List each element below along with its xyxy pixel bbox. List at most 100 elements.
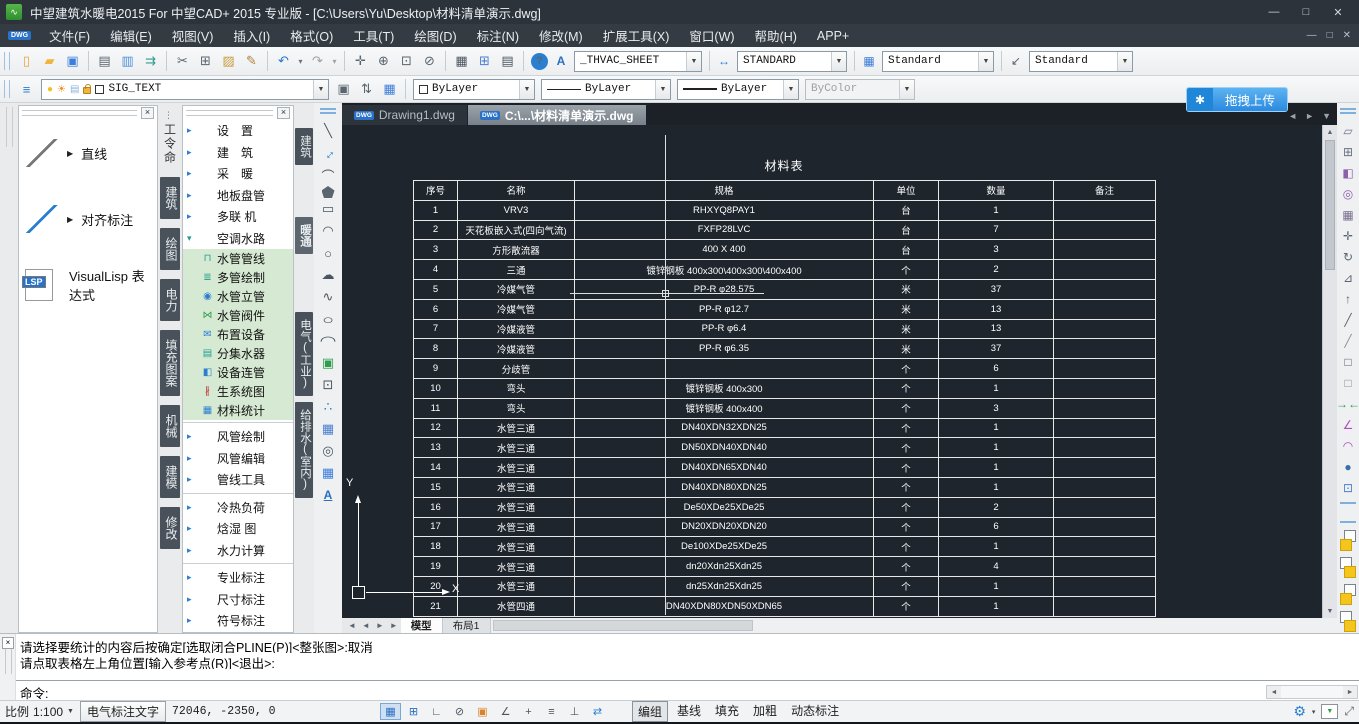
drawing-canvas[interactable]: 材料表 序号名称规格单位数量备注 1 VRV3 RHXYQ8PAY1 台 1 [342, 125, 1337, 618]
fillet-tool-icon[interactable]: ◠ [1337, 435, 1359, 456]
mode-baseline[interactable]: 基线 [672, 701, 706, 722]
scale-selector[interactable]: 比例 1:100 ▼ [5, 703, 74, 720]
group-hydraulic-calc[interactable]: ▸ 水力计算 [183, 540, 293, 562]
menu-item[interactable]: 文件(F) [39, 24, 100, 47]
menu-item[interactable]: 窗口(W) [679, 24, 744, 47]
redo-button[interactable]: ↷ [306, 50, 329, 72]
rail-tab[interactable]: 填充图案 [160, 330, 180, 396]
layout-tab-model[interactable]: 模型 [401, 618, 443, 633]
menu-item[interactable]: 格式(O) [280, 24, 343, 47]
pan-button[interactable]: ✛ [349, 50, 372, 72]
group-architecture[interactable]: ▸ 建 筑 [183, 142, 293, 164]
window-close-button[interactable]: ✕ [1323, 3, 1353, 21]
document-close-button[interactable]: ✕ [1343, 30, 1351, 41]
combo-arrow-icon[interactable]: ▼ [1117, 52, 1132, 71]
lineweight-toggle[interactable]: ≡ [541, 703, 562, 720]
extend-tool-icon[interactable]: ╱ [1337, 330, 1359, 351]
rail-tab[interactable]: 建筑 [160, 177, 180, 219]
print-button[interactable]: ▤ [93, 50, 116, 72]
group-psychrometric[interactable]: ▸ 焓湿 图 [183, 518, 293, 540]
drag-upload-button[interactable]: ✱ 拖拽上传 [1186, 87, 1288, 112]
stretch-tool-icon[interactable]: ↑ [1337, 288, 1359, 309]
combo-arrow-icon[interactable]: ▼ [978, 52, 993, 71]
print-preview-button[interactable]: ▥ [116, 50, 139, 72]
group-pro-annotation[interactable]: ▸ 专业标注 [183, 567, 293, 589]
scrollbar-thumb[interactable] [1325, 140, 1335, 270]
ellipse-tool-icon[interactable]: ○ [312, 308, 345, 330]
layout-prev-icon[interactable]: ◄ [359, 621, 373, 630]
canvas-vertical-scrollbar[interactable]: ▲ ▼ [1322, 125, 1337, 618]
grid-toggle[interactable]: ⊞ [403, 703, 424, 720]
menu-item[interactable]: 工具(T) [343, 24, 404, 47]
copy-button[interactable]: ⊞ [194, 50, 217, 72]
erase-tool-icon[interactable]: ▱ [1337, 120, 1359, 141]
command-window[interactable]: × 请选择要统计的内容后按确定[选取闭合PLINE(P)]<整张图>:取消请点取… [0, 633, 1359, 700]
scroll-down-icon[interactable]: ▼ [1323, 604, 1337, 618]
array-tool-icon[interactable]: ▦ [1337, 204, 1359, 225]
cmd-equip-connect[interactable]: ◧ 设备连管 [183, 363, 293, 382]
cmd-place-equipment[interactable]: ✉ 布置设备 [183, 325, 293, 344]
text-style-mode-button[interactable]: 电气标注文字 [80, 701, 166, 722]
group-heating[interactable]: ▸ 采 暖 [183, 163, 293, 185]
insert-block-tool-icon[interactable]: ▣ [317, 352, 339, 374]
hatch-tool-icon[interactable]: ▦ [317, 418, 339, 440]
fullscreen-icon[interactable]: ⤢ [1344, 704, 1354, 719]
mirror-tool-icon[interactable]: ◧ [1337, 162, 1359, 183]
mode-group[interactable]: 编组 [632, 701, 668, 722]
cmd-pipe-valve[interactable]: ⋈ 水管阀件 [183, 306, 293, 325]
menu-item[interactable]: 修改(M) [529, 24, 593, 47]
point-tool-icon[interactable]: ∴ [317, 396, 339, 418]
toolbar-grip[interactable] [320, 108, 336, 114]
document-restore-button[interactable]: □ [1327, 30, 1333, 41]
recent-command-aligned-dim[interactable]: ▶ 对齐标注 [19, 186, 157, 252]
window-maximize-button[interactable]: □ [1291, 3, 1321, 21]
rail-tab[interactable]: 绘图 [160, 228, 180, 270]
toolbar-grip[interactable] [4, 52, 10, 70]
group-settings[interactable]: ▸ 设 置 [183, 120, 293, 142]
palette-close-icon[interactable]: × [277, 107, 290, 119]
mode-dynamic-dim[interactable]: 动态标注 [786, 701, 844, 722]
layout-next-icon[interactable]: ► [373, 621, 387, 630]
combo-arrow-icon[interactable]: ▼ [686, 52, 701, 71]
scale-dropdown-icon[interactable]: ▼ [67, 708, 74, 715]
scroll-up-icon[interactable]: ▲ [1323, 125, 1337, 139]
combo-arrow-icon[interactable]: ▼ [313, 80, 328, 99]
group-pipe-tools[interactable]: ▸ 管线工具 [183, 469, 293, 491]
layer-make-current-button[interactable]: ▣ [332, 78, 355, 100]
redo-dropdown-arrow[interactable]: ▾ [329, 50, 340, 72]
rail-tab[interactable]: 机械 [160, 405, 180, 447]
table-tool-icon[interactable]: ▦ [317, 462, 339, 484]
recent-command-visuallisp[interactable]: VisualLisp 表达式 [19, 252, 157, 318]
otrack-toggle[interactable]: ∠ [495, 703, 516, 720]
toolbar-grip[interactable] [1340, 108, 1356, 114]
tab-electrical-industrial[interactable]: 电气(工业) [295, 312, 313, 396]
tool-palettes-button[interactable]: ⊞ [473, 50, 496, 72]
spline-tool-icon[interactable]: ∿ [317, 286, 339, 308]
group-duct-edit[interactable]: ▸ 风管编辑 [183, 448, 293, 470]
help-button[interactable]: ? [531, 53, 548, 70]
tab-hvac[interactable]: 暖通 [295, 217, 313, 254]
rail-tab[interactable]: 建模 [160, 456, 180, 498]
scroll-right-icon[interactable]: ► [1343, 689, 1357, 696]
send-under-objects-icon[interactable] [1340, 611, 1356, 632]
cmd-water-pipe[interactable]: ⊓ 水管管线 [183, 249, 293, 268]
zoom-window-button[interactable]: ⊡ [395, 50, 418, 72]
circle-tool-icon[interactable]: ○ [317, 242, 339, 264]
arc-tool-icon[interactable]: ◠ [317, 220, 339, 242]
text-style-combo[interactable]: _THVAC_SHEET ▼ [574, 51, 702, 72]
menu-item[interactable]: 帮助(H) [745, 24, 807, 47]
combo-arrow-icon[interactable]: ▼ [831, 52, 846, 71]
mtext-tool-icon[interactable]: A [317, 484, 339, 506]
ortho-toggle[interactable]: ∟ [426, 703, 447, 720]
match-properties-button[interactable]: ✎ [240, 50, 263, 72]
explode-tool-icon[interactable]: ● [1337, 456, 1359, 477]
document-minimize-button[interactable]: — [1307, 30, 1317, 41]
dyn-input-toggle[interactable]: + [518, 703, 539, 720]
open-file-button[interactable]: ▰ [38, 50, 61, 72]
ellipse-arc-tool-icon[interactable]: ◠ [312, 330, 345, 352]
linetype-combo[interactable]: ByLayer ▼ [541, 79, 671, 100]
menu-item[interactable]: 视图(V) [162, 24, 224, 47]
tab-list-dropdown-icon[interactable]: ▼ [1322, 111, 1331, 121]
zoom-realtime-button[interactable]: ⊕ [372, 50, 395, 72]
snap-toggle[interactable]: ▦ [380, 703, 401, 720]
